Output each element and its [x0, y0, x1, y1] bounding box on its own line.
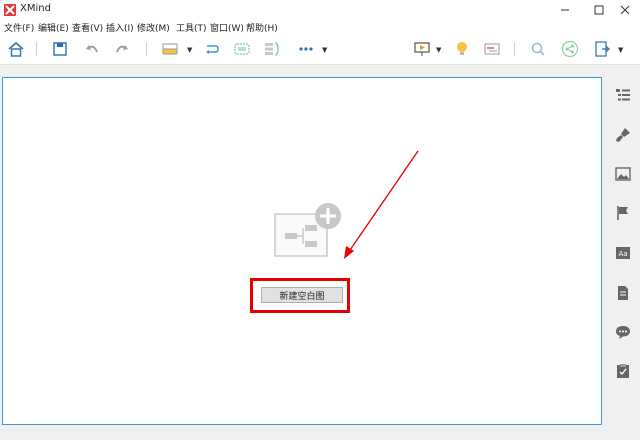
clipboard-icon [617, 364, 629, 378]
presentation-icon [414, 42, 430, 56]
menu-help[interactable]: 帮助(H) [246, 21, 278, 34]
comments-button[interactable] [615, 324, 631, 340]
text-style-icon: Aa [616, 247, 630, 259]
summary-button[interactable] [262, 39, 282, 59]
menu-tools[interactable]: 工具(T) [176, 21, 207, 34]
more-dropdown-chevron-down-icon[interactable]: ▼ [322, 46, 327, 54]
presentation-dropdown-chevron-down-icon[interactable]: ▼ [436, 46, 441, 54]
outline-icon [616, 89, 630, 101]
boundary-button[interactable] [232, 39, 252, 59]
toolbar: ▼ ▼ ▼ ▼ [0, 34, 640, 65]
notes-icon [618, 286, 628, 300]
menu-view[interactable]: 查看(V) [72, 21, 103, 34]
zoom-button[interactable] [528, 39, 548, 59]
gantt-button[interactable] [482, 39, 502, 59]
annotation-arrow-icon [344, 150, 419, 259]
share-button[interactable] [560, 39, 580, 59]
topic-icon [162, 43, 178, 55]
menu-modify[interactable]: 修改(M) [137, 21, 170, 34]
brainstorm-icon [457, 42, 467, 55]
save-icon [53, 42, 67, 56]
export-button[interactable] [592, 39, 612, 59]
close-icon [620, 5, 630, 15]
share-icon [561, 40, 579, 58]
undo-icon [86, 45, 98, 53]
paintbrush-icon [616, 128, 630, 142]
export-dropdown-chevron-down-icon[interactable]: ▼ [618, 46, 623, 54]
right-sidebar: Aa [606, 77, 640, 423]
boundary-icon [234, 43, 250, 55]
xmind-logo-icon [4, 4, 16, 16]
comment-icon [616, 326, 630, 339]
home-button[interactable] [6, 39, 26, 59]
style-button[interactable]: Aa [615, 245, 631, 261]
export-icon [595, 41, 610, 57]
marker-button[interactable] [615, 205, 631, 221]
notes-button[interactable] [615, 285, 631, 301]
topic-button[interactable] [160, 39, 180, 59]
outliner-button[interactable] [615, 87, 631, 103]
close-button[interactable] [610, 0, 640, 20]
save-button[interactable] [50, 39, 70, 59]
menu-file[interactable]: 文件(F) [4, 21, 34, 34]
home-icon [8, 41, 24, 57]
undo-button[interactable] [82, 39, 102, 59]
minimize-icon [561, 9, 569, 11]
image-icon [615, 167, 631, 181]
new-blank-map-button[interactable]: 新建空白图 [261, 287, 343, 303]
menu-edit[interactable]: 编辑(E) [38, 21, 69, 34]
relationship-icon [206, 45, 219, 54]
zoom-icon [531, 42, 545, 56]
topic-dropdown-chevron-down-icon[interactable]: ▼ [187, 46, 192, 54]
menu-bar: 文件(F) 编辑(E) 查看(V) 插入(I) 修改(M) 工具(T) 窗口(W… [0, 20, 640, 34]
window-title: XMind [20, 3, 51, 14]
redo-button[interactable] [112, 39, 132, 59]
gantt-icon [484, 43, 500, 55]
menu-window[interactable]: 窗口(W) [210, 21, 244, 34]
relationship-button[interactable] [202, 39, 222, 59]
more-icon [299, 47, 313, 51]
menu-insert[interactable]: 插入(I) [106, 21, 134, 34]
svg-text:Aa: Aa [618, 250, 627, 258]
flag-icon [617, 206, 628, 220]
title-bar: XMind [0, 0, 640, 20]
minimize-button[interactable] [550, 0, 580, 20]
redo-icon [116, 45, 128, 53]
image-button[interactable] [615, 166, 631, 182]
maximize-icon [594, 5, 604, 15]
presentation-button[interactable] [412, 39, 432, 59]
more-button[interactable] [296, 39, 316, 59]
task-button[interactable] [615, 363, 631, 379]
format-button[interactable] [615, 127, 631, 143]
brainstorm-button[interactable] [452, 39, 472, 59]
summary-icon [265, 42, 279, 56]
